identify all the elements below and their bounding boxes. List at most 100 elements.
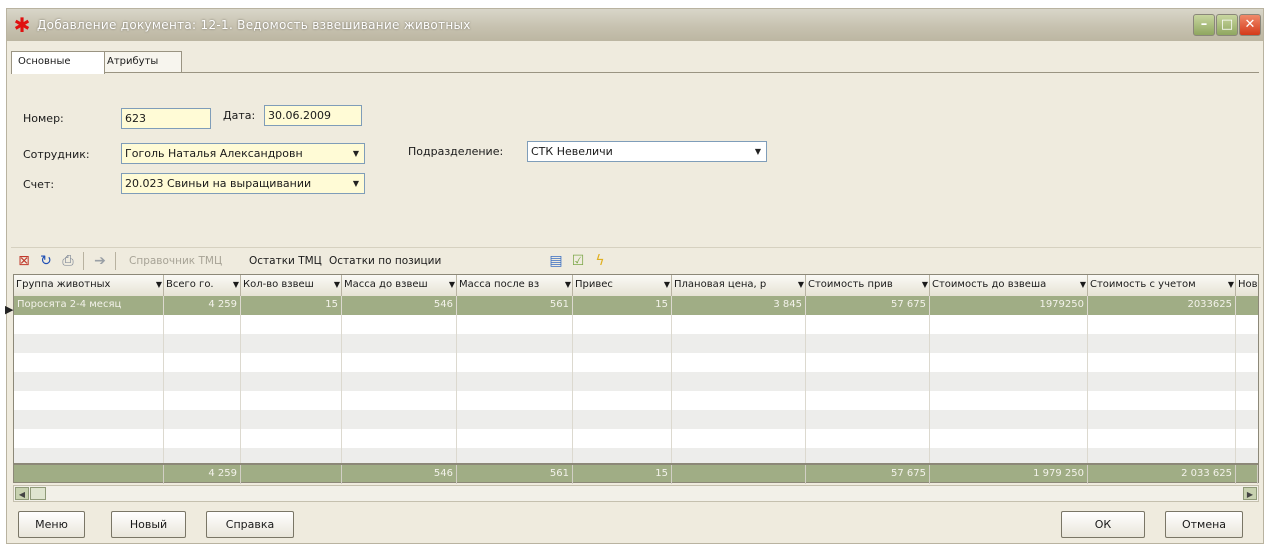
table-cell[interactable]: 561	[457, 296, 573, 315]
column-header-label: Масса после вз	[459, 279, 540, 290]
column-divider	[1235, 296, 1236, 463]
division-value: СТК Невеличи	[531, 145, 613, 158]
table-cell[interactable]: Поросята 2-4 месяц	[14, 296, 164, 315]
total-cell: 15	[573, 465, 672, 484]
column-header[interactable]: Стоимость прив ▼	[806, 275, 930, 296]
column-header[interactable]: Плановая цена, р ▼	[672, 275, 806, 296]
scroll-thumb[interactable]	[30, 487, 46, 500]
column-divider	[671, 296, 672, 463]
totals-row: 4 259 546 561 15 57 675 1 979 250 2 033 …	[13, 464, 1259, 484]
chevron-down-icon[interactable]: ▼	[798, 275, 804, 295]
table-cell[interactable]: 57 675	[806, 296, 930, 315]
account-value: 20.023 Свиньи на выращивании	[125, 177, 312, 190]
table-cell[interactable]: 546	[342, 296, 457, 315]
table-cell[interactable]: 15	[241, 296, 342, 315]
ok-button[interactable]: ОК	[1061, 511, 1145, 538]
table-cell[interactable]: 3 845	[672, 296, 806, 315]
table-cell[interactable]: 4 259	[164, 296, 241, 315]
row-indicator-icon: ▶	[5, 303, 14, 316]
column-header[interactable]: Группа животных ▼	[14, 275, 164, 296]
date-field[interactable]: 30.06.2009	[264, 105, 362, 126]
scroll-left-icon[interactable]: ◀	[15, 487, 29, 500]
chevron-down-icon[interactable]: ▼	[449, 275, 455, 295]
minimize-icon: –	[1200, 17, 1208, 32]
column-header[interactable]: Привес ▼	[573, 275, 672, 296]
table-cell[interactable]: 15	[573, 296, 672, 315]
checklist-icon[interactable]: ☑	[569, 252, 587, 270]
title-bar[interactable]: ✱ Добавление документа: 12-1. Ведомость …	[7, 9, 1263, 41]
maximize-button[interactable]: □	[1216, 14, 1238, 36]
reference-tmc-button[interactable]: Справочник ТМЦ	[129, 252, 222, 270]
chevron-down-icon[interactable]: ▼	[156, 275, 162, 295]
column-header[interactable]: Стоимость с учетом ▼	[1088, 275, 1236, 296]
column-header-label: Масса до взвеш	[344, 279, 428, 290]
minimize-button[interactable]: –	[1193, 14, 1215, 36]
employee-select[interactable]: Гоголь Наталья Александровн ▼	[121, 143, 365, 164]
grid-toolbar: ⊠ ↻ ⎙ ➔ Справочник ТМЦ Остатки ТМЦ Остат…	[11, 247, 1261, 274]
chevron-down-icon[interactable]: ▼	[1228, 275, 1234, 295]
data-grid[interactable]: Группа животных ▼ Всего го. ▼ Кол-во взвеш…	[13, 274, 1259, 464]
column-divider	[341, 296, 342, 463]
tab-attributes[interactable]: Атрибуты	[100, 51, 182, 73]
column-divider	[240, 296, 241, 463]
table-cell[interactable]: 2033625	[1088, 296, 1236, 315]
column-header[interactable]: Стоимость до взвеша ▼	[930, 275, 1088, 296]
menu-button[interactable]: Меню	[18, 511, 85, 538]
stock-tmc-button[interactable]: Остатки ТМЦ	[249, 252, 322, 270]
total-cell	[241, 465, 342, 484]
column-header-label: Стоимость прив	[808, 279, 893, 290]
move-icon[interactable]: ➔	[91, 252, 109, 270]
print-icon[interactable]: ⎙	[59, 252, 77, 270]
column-divider	[929, 296, 930, 463]
column-divider	[1087, 296, 1088, 463]
column-header[interactable]: Нов	[1236, 275, 1258, 296]
empty-row[interactable]	[14, 334, 1258, 353]
number-field[interactable]: 623	[121, 108, 211, 129]
chevron-down-icon[interactable]: ▼	[565, 275, 571, 295]
chevron-down-icon[interactable]: ▼	[349, 175, 363, 192]
total-cell	[14, 465, 164, 484]
empty-row[interactable]	[14, 410, 1258, 429]
document-icon[interactable]: ▤	[547, 252, 565, 270]
column-divider	[163, 296, 164, 463]
delete-icon[interactable]: ⊠	[15, 252, 33, 270]
cancel-button[interactable]: Отмена	[1165, 511, 1243, 538]
empty-row[interactable]	[14, 448, 1258, 463]
total-cell	[672, 465, 806, 484]
stock-by-position-button[interactable]: Остатки по позиции	[329, 252, 441, 270]
number-label: Номер:	[23, 112, 64, 125]
chevron-down-icon[interactable]: ▼	[1080, 275, 1086, 295]
chevron-down-icon[interactable]: ▼	[233, 275, 239, 295]
scroll-right-icon[interactable]: ▶	[1243, 487, 1257, 500]
column-header[interactable]: Всего го. ▼	[164, 275, 241, 296]
column-header[interactable]: Кол-во взвеш ▼	[241, 275, 342, 296]
column-header-label: Нов	[1238, 279, 1258, 290]
table-cell[interactable]	[1236, 296, 1258, 315]
lightning-icon[interactable]: ϟ	[591, 252, 609, 270]
column-header-label: Плановая цена, р	[674, 279, 767, 290]
chevron-down-icon[interactable]: ▼	[349, 145, 363, 162]
column-header[interactable]: Масса после вз ▼	[457, 275, 573, 296]
empty-row[interactable]	[14, 372, 1258, 391]
refresh-icon[interactable]: ↻	[37, 252, 55, 270]
employee-label: Сотрудник:	[23, 148, 90, 161]
table-row[interactable]: Поросята 2-4 месяц 4 259 15 546 561 15 3…	[14, 296, 1258, 315]
maximize-icon: □	[1220, 17, 1234, 32]
account-select[interactable]: 20.023 Свиньи на выращивании ▼	[121, 173, 365, 194]
table-cell[interactable]: 1979250	[930, 296, 1088, 315]
division-select[interactable]: СТК Невеличи ▼	[527, 141, 767, 162]
help-button[interactable]: Справка	[206, 511, 294, 538]
horizontal-scrollbar[interactable]: ◀ ▶	[13, 485, 1259, 502]
close-button[interactable]: ✕	[1239, 14, 1261, 36]
total-cell	[1236, 465, 1258, 484]
column-header-label: Кол-во взвеш	[243, 279, 314, 290]
total-cell: 2 033 625	[1088, 465, 1236, 484]
chevron-down-icon[interactable]: ▼	[751, 143, 765, 160]
chevron-down-icon[interactable]: ▼	[922, 275, 928, 295]
chevron-down-icon[interactable]: ▼	[664, 275, 670, 295]
chevron-down-icon[interactable]: ▼	[334, 275, 340, 295]
column-header[interactable]: Масса до взвеш ▼	[342, 275, 457, 296]
tab-main[interactable]: Основные	[11, 51, 105, 74]
column-header-label: Стоимость с учетом	[1090, 279, 1196, 290]
new-button[interactable]: Новый	[111, 511, 186, 538]
